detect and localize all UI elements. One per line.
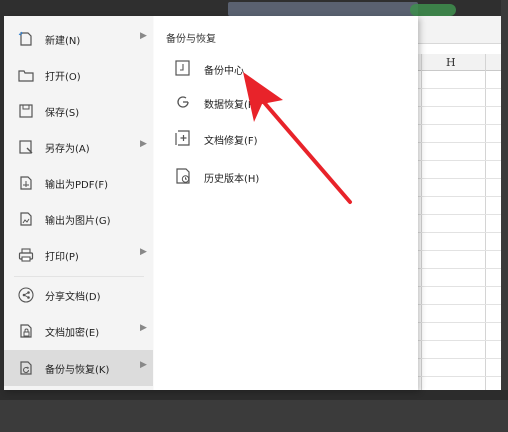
grid-line <box>418 106 501 107</box>
grid-line <box>418 142 501 143</box>
chevron-right-icon: ▶ <box>140 360 147 370</box>
menu-item-print[interactable]: 打印(P) ▶ <box>4 238 153 272</box>
window-bottom-bar <box>0 390 508 432</box>
grid-line <box>418 268 501 269</box>
submenu-item-document-repair[interactable]: 文档修复(F) <box>174 124 374 152</box>
menu-item-label: 输出为PDF(F) <box>45 180 109 191</box>
history-version-icon <box>174 167 192 185</box>
grid-line <box>418 358 501 359</box>
menu-item-new[interactable]: 新建(N) ▶ <box>4 22 153 56</box>
title-tab-strip <box>228 2 418 16</box>
save-icon <box>18 103 34 119</box>
grid-line <box>418 340 501 341</box>
menu-item-label: 打印(P) <box>45 252 79 263</box>
menu-item-label: 文档加密(E) <box>45 328 100 339</box>
data-recovery-icon <box>174 93 192 111</box>
export-pdf-icon <box>18 175 34 191</box>
grid-line <box>418 304 501 305</box>
ribbon-edge <box>418 16 501 44</box>
menu-item-label: 新建(N) <box>45 36 81 47</box>
submenu-item-history-version[interactable]: 历史版本(H) <box>174 162 374 190</box>
menu-item-export-image[interactable]: 输出为图片(G) <box>4 202 153 236</box>
submenu-title: 备份与恢复 <box>166 34 216 45</box>
printer-icon <box>18 247 34 263</box>
chevron-right-icon: ▶ <box>140 247 147 257</box>
status-pill <box>410 4 456 16</box>
chevron-right-icon: ▶ <box>140 31 147 41</box>
new-file-icon <box>18 31 34 47</box>
menu-item-share[interactable]: 分享文档(D) <box>4 278 153 312</box>
encrypt-icon <box>18 323 34 339</box>
grid-line <box>418 178 501 179</box>
menu-item-backup-restore[interactable]: 备份与恢复(K) ▶ <box>4 350 153 386</box>
menu-item-label: 备份与恢复(K) <box>45 365 110 376</box>
bottom-strip <box>0 390 508 400</box>
submenu-item-label: 历史版本(H) <box>204 174 260 185</box>
save-as-icon <box>18 139 34 155</box>
file-menu: 新建(N) ▶ 打开(O) 保存(S) 另存为(A) ▶ 输出为PDF(F) 输… <box>4 16 418 390</box>
backup-restore-submenu: 备份与恢复 备份中心 数据恢复(R) 文档修复(F) 历史版本(H) <box>154 16 418 390</box>
grid-line <box>418 322 501 323</box>
menu-item-open[interactable]: 打开(O) <box>4 58 153 92</box>
menu-item-export-pdf[interactable]: 输出为PDF(F) <box>4 166 153 200</box>
spreadsheet-area: H <box>418 16 501 390</box>
backup-center-icon <box>174 59 192 77</box>
menu-item-label: 另存为(A) <box>45 144 90 155</box>
submenu-item-label: 数据恢复(R) <box>204 100 259 111</box>
menu-item-save[interactable]: 保存(S) <box>4 94 153 128</box>
submenu-item-backup-center[interactable]: 备份中心 <box>174 54 374 82</box>
menu-item-encrypt[interactable]: 文档加密(E) ▶ <box>4 314 153 348</box>
submenu-item-label: 文档修复(F) <box>204 136 258 147</box>
document-repair-icon <box>174 129 192 147</box>
file-menu-left-column: 新建(N) ▶ 打开(O) 保存(S) 另存为(A) ▶ 输出为PDF(F) 输… <box>4 16 153 390</box>
menu-item-label: 保存(S) <box>45 108 80 119</box>
menu-item-label: 分享文档(D) <box>45 292 101 303</box>
menu-separator <box>14 276 144 277</box>
grid-line <box>418 124 501 125</box>
submenu-item-label: 备份中心 <box>204 66 244 77</box>
grid-line <box>418 250 501 251</box>
grid-line <box>418 88 501 89</box>
column-header-row <box>418 54 501 71</box>
menu-item-label: 输出为图片(G) <box>45 216 111 227</box>
submenu-item-data-recovery[interactable]: 数据恢复(R) <box>174 88 374 116</box>
window-top-bar <box>0 0 508 16</box>
grid-line <box>418 160 501 161</box>
menu-item-label: 打开(O) <box>45 72 81 83</box>
column-header-h[interactable]: H <box>446 56 456 69</box>
backup-restore-icon <box>18 360 34 376</box>
grid-line <box>418 286 501 287</box>
chevron-right-icon: ▶ <box>140 323 147 333</box>
export-image-icon <box>18 211 34 227</box>
window-right-edge <box>501 0 508 432</box>
menu-item-save-as[interactable]: 另存为(A) ▶ <box>4 130 153 164</box>
grid-line <box>418 376 501 377</box>
grid-line <box>418 232 501 233</box>
grid-line <box>418 196 501 197</box>
folder-icon <box>18 67 34 83</box>
share-icon <box>18 287 34 303</box>
chevron-right-icon: ▶ <box>140 139 147 149</box>
grid-line <box>418 214 501 215</box>
